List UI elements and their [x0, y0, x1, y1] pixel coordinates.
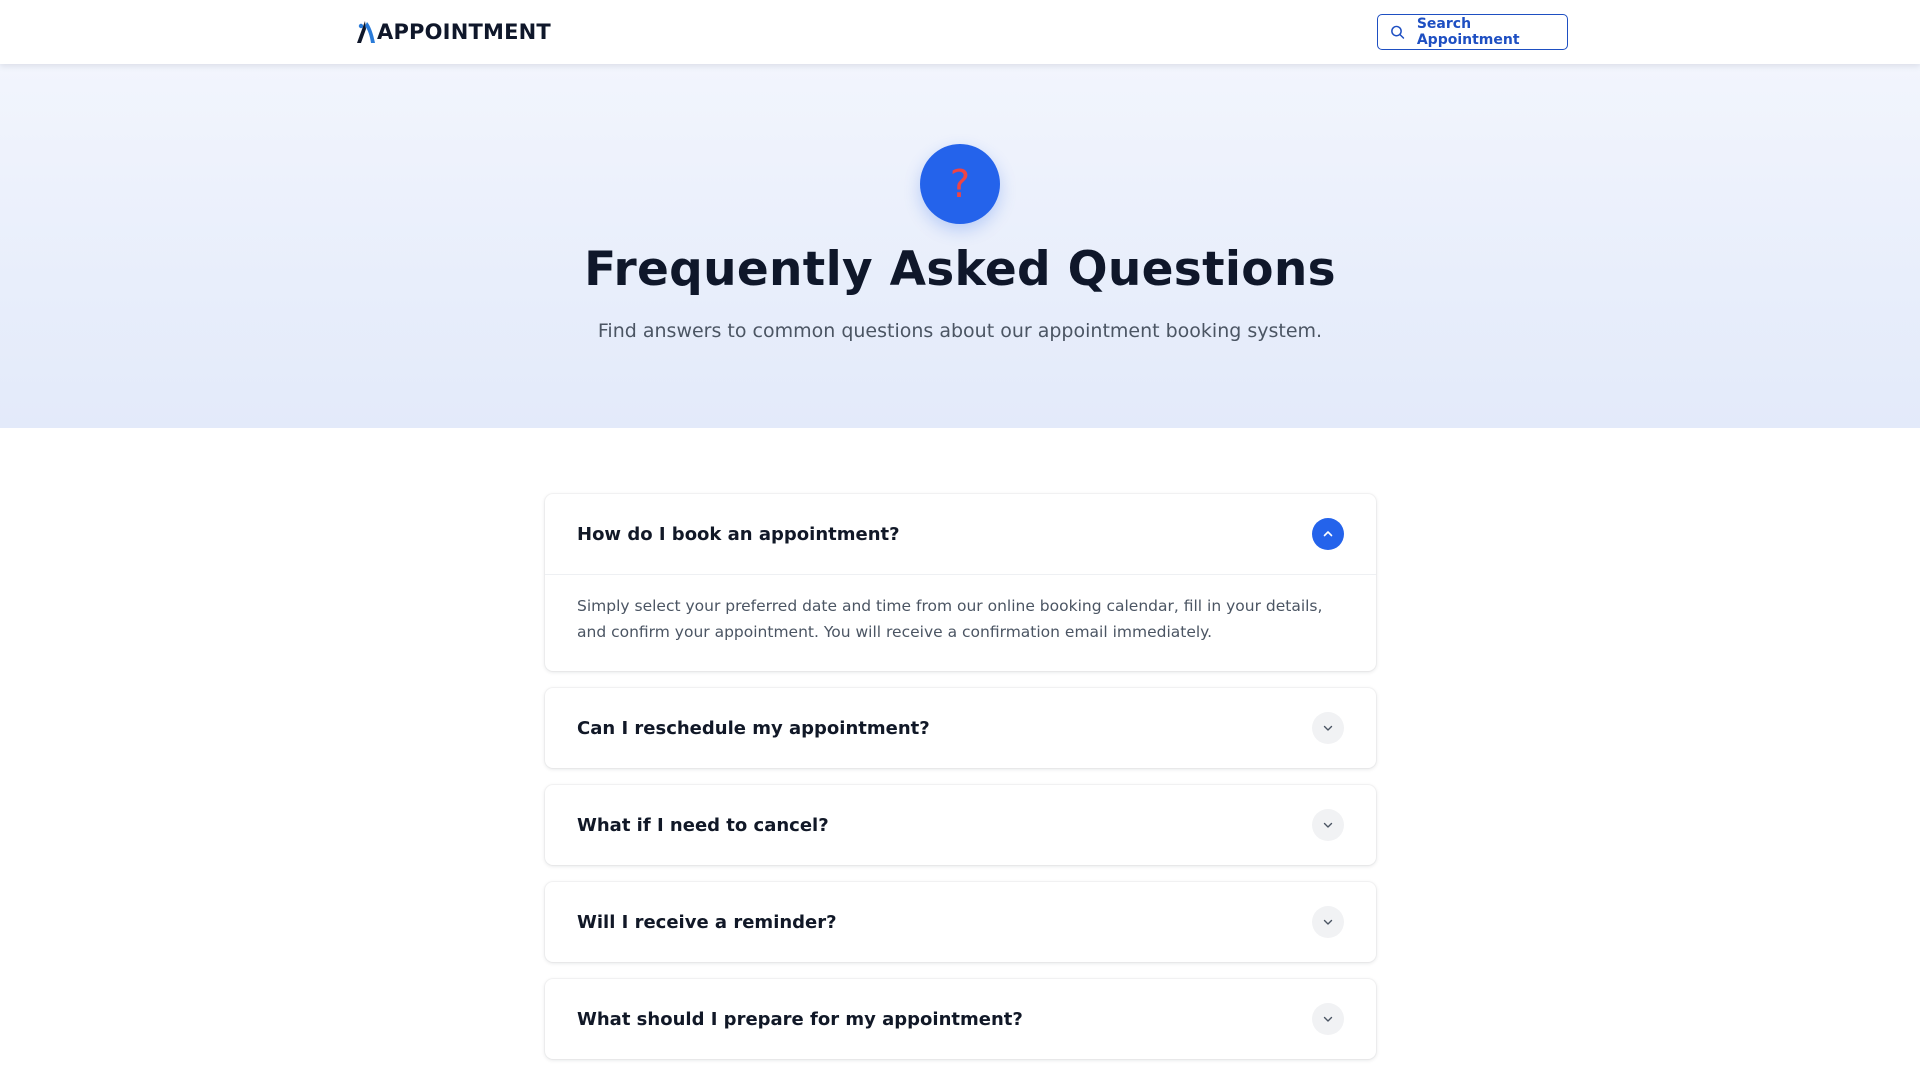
chevron-down-icon[interactable]: [1312, 906, 1344, 938]
question-mark-icon: ?: [920, 144, 1000, 224]
hero-section: ? Frequently Asked Questions Find answer…: [0, 64, 1920, 428]
faq-item: Will I receive a reminder?: [545, 882, 1376, 962]
page-title: Frequently Asked Questions: [584, 242, 1336, 297]
faq-question-text: What if I need to cancel?: [577, 814, 829, 836]
faq-question-text: Can I reschedule my appointment?: [577, 717, 930, 739]
chevron-down-icon[interactable]: [1312, 809, 1344, 841]
faq-item: Can I reschedule my appointment?: [545, 688, 1376, 768]
chevron-up-icon[interactable]: [1312, 518, 1344, 550]
search-appointment-label: Search Appointment: [1416, 16, 1520, 48]
chevron-down-icon[interactable]: [1312, 712, 1344, 744]
search-icon: [1391, 25, 1405, 39]
question-mark-glyph: ?: [949, 162, 971, 206]
faq-question-text: Will I receive a reminder?: [577, 911, 837, 933]
faq-question-header[interactable]: Can I reschedule my appointment?: [545, 688, 1376, 768]
chevron-down-icon[interactable]: [1312, 1003, 1344, 1035]
faq-item: How do I book an appointment? Simply sel…: [545, 494, 1376, 671]
faq-item: What should I prepare for my appointment…: [545, 979, 1376, 1059]
faq-question-text: What should I prepare for my appointment…: [577, 1008, 1023, 1030]
brand-logo[interactable]: APPOINTMENT: [355, 18, 551, 46]
logo-text: APPOINTMENT: [377, 20, 551, 44]
faq-question-text: How do I book an appointment?: [577, 523, 900, 545]
top-navigation-bar: APPOINTMENT Search Appointment: [0, 0, 1920, 64]
faq-answer-text: Simply select your preferred date and ti…: [545, 574, 1376, 671]
faq-question-header[interactable]: What should I prepare for my appointment…: [545, 979, 1376, 1059]
faq-accordion: How do I book an appointment? Simply sel…: [545, 494, 1376, 1076]
faq-item: What if I need to cancel?: [545, 785, 1376, 865]
faq-question-header[interactable]: Will I receive a reminder?: [545, 882, 1376, 962]
page-subtitle: Find answers to common questions about o…: [597, 320, 1323, 342]
search-appointment-button[interactable]: Search Appointment: [1377, 14, 1568, 50]
faq-question-header[interactable]: How do I book an appointment?: [545, 494, 1376, 574]
logo-mark-icon: [357, 21, 375, 43]
faq-question-header[interactable]: What if I need to cancel?: [545, 785, 1376, 865]
